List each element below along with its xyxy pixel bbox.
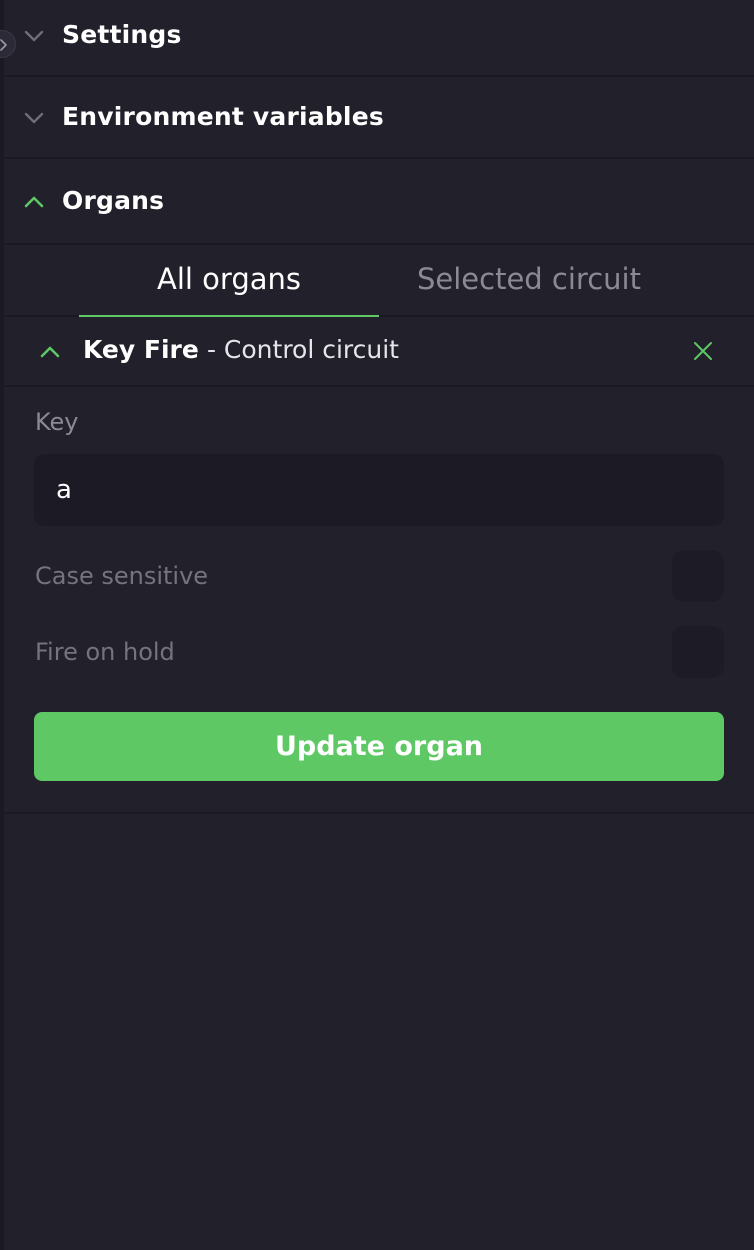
chevron-down-icon	[24, 30, 44, 42]
section-title-environment-variables: Environment variables	[62, 102, 384, 131]
section-environment-variables[interactable]: Environment variables	[4, 78, 754, 159]
chevron-up-icon	[40, 346, 60, 358]
organ-name: Key Fire	[83, 335, 199, 364]
key-input[interactable]	[34, 454, 724, 526]
organ-circuit-label: - Control circuit	[199, 335, 399, 364]
section-settings[interactable]: Settings	[4, 0, 754, 77]
update-organ-button[interactable]: Update organ	[34, 712, 724, 781]
section-organs[interactable]: Organs	[4, 160, 754, 245]
case-sensitive-label: Case sensitive	[35, 562, 209, 590]
chevron-down-icon	[24, 112, 44, 124]
chevron-up-icon	[24, 196, 44, 208]
close-icon[interactable]	[692, 340, 714, 362]
key-label: Key	[35, 408, 79, 436]
fire-on-hold-label: Fire on hold	[35, 638, 175, 666]
case-sensitive-checkbox[interactable]	[672, 550, 724, 602]
organs-tabs: All organs Selected circuit	[4, 245, 754, 317]
divider	[4, 812, 754, 814]
section-title-settings: Settings	[62, 20, 182, 49]
organ-card-header[interactable]: Key Fire - Control circuit	[4, 317, 754, 387]
tab-selected-circuit[interactable]: Selected circuit	[379, 259, 679, 317]
fire-on-hold-checkbox[interactable]	[672, 626, 724, 678]
section-title-organs: Organs	[62, 186, 165, 215]
tab-all-organs[interactable]: All organs	[79, 259, 379, 317]
